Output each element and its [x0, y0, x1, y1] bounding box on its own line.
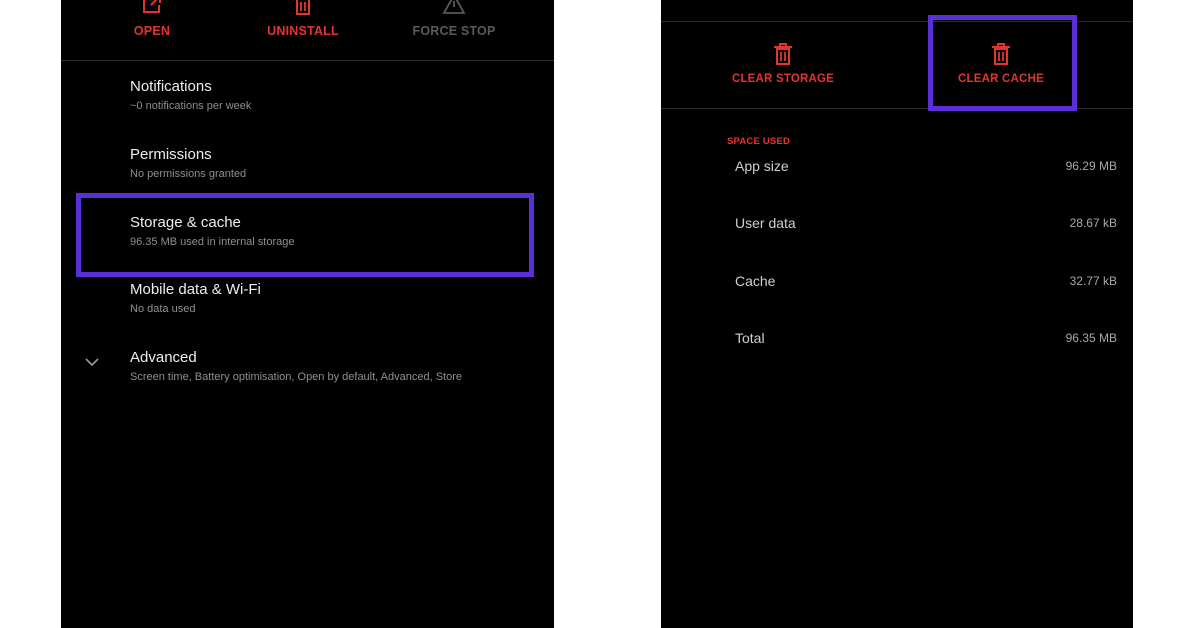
force-stop-label: FORCE STOP — [412, 24, 496, 38]
setting-title: Storage & cache — [130, 214, 241, 231]
uninstall-label: UNINSTALL — [267, 24, 339, 38]
setting-summary: Screen time, Battery optimisation, Open … — [130, 371, 463, 383]
stat-value: 96.35 MB — [1065, 331, 1117, 345]
setting-title: Notifications — [130, 78, 212, 95]
uninstall-button[interactable]: UNINSTALL — [233, 0, 373, 50]
open-external-icon — [140, 0, 164, 16]
setting-summary: ~0 notifications per week — [130, 100, 252, 112]
chevron-down-icon — [84, 354, 100, 367]
force-stop-button[interactable]: FORCE STOP — [384, 0, 524, 50]
trash-icon — [990, 42, 1012, 66]
setting-notifications[interactable]: Notifications ~0 notifications per week — [61, 78, 554, 140]
space-used-header: SPACE USED — [727, 136, 791, 147]
stat-label: App size — [735, 158, 789, 174]
open-button[interactable]: OPEN — [82, 0, 222, 50]
setting-summary: 96.35 MB used in internal storage — [130, 236, 295, 248]
setting-permissions[interactable]: Permissions No permissions granted — [61, 146, 554, 208]
clear-cache-label: CLEAR CACHE — [958, 73, 1044, 85]
setting-title: Permissions — [130, 146, 212, 163]
total-row: Total 96.35 MB — [735, 330, 1117, 350]
divider — [661, 21, 1133, 22]
clear-storage-label: CLEAR STORAGE — [731, 73, 835, 85]
setting-storage-cache[interactable]: Storage & cache 96.35 MB used in interna… — [61, 214, 554, 276]
clear-storage-button[interactable]: CLEAR STORAGE — [723, 40, 843, 96]
stat-value: 96.29 MB — [1065, 159, 1117, 173]
stat-label: User data — [735, 215, 796, 231]
trash-icon — [772, 42, 794, 66]
stat-value: 32.77 kB — [1069, 274, 1117, 288]
setting-summary: No permissions granted — [130, 168, 247, 180]
open-label: OPEN — [133, 24, 171, 38]
setting-mobile-data-wifi[interactable]: Mobile data & Wi-Fi No data used — [61, 281, 554, 343]
storage-cache-screen: CLEAR STORAGE CLEAR CACHE SPACE USED App… — [661, 0, 1133, 628]
cache-row: Cache 32.77 kB — [735, 273, 1117, 293]
divider — [61, 60, 554, 61]
setting-advanced[interactable]: Advanced Screen time, Battery optimisati… — [61, 349, 554, 411]
divider — [661, 108, 1133, 109]
setting-title: Advanced — [130, 349, 197, 366]
setting-summary: No data used — [130, 303, 196, 315]
user-data-row: User data 28.67 kB — [735, 215, 1117, 235]
trash-icon — [291, 0, 315, 16]
warning-icon — [442, 0, 466, 16]
stat-label: Total — [735, 330, 765, 346]
stat-label: Cache — [735, 273, 776, 289]
setting-title: Mobile data & Wi-Fi — [130, 281, 261, 298]
app-info-screen: OPEN UNINSTALL FORCE STOP Notifications … — [61, 0, 554, 628]
stat-value: 28.67 kB — [1069, 216, 1117, 230]
clear-cache-button[interactable]: CLEAR CACHE — [941, 40, 1061, 96]
app-size-row: App size 96.29 MB — [735, 158, 1117, 178]
